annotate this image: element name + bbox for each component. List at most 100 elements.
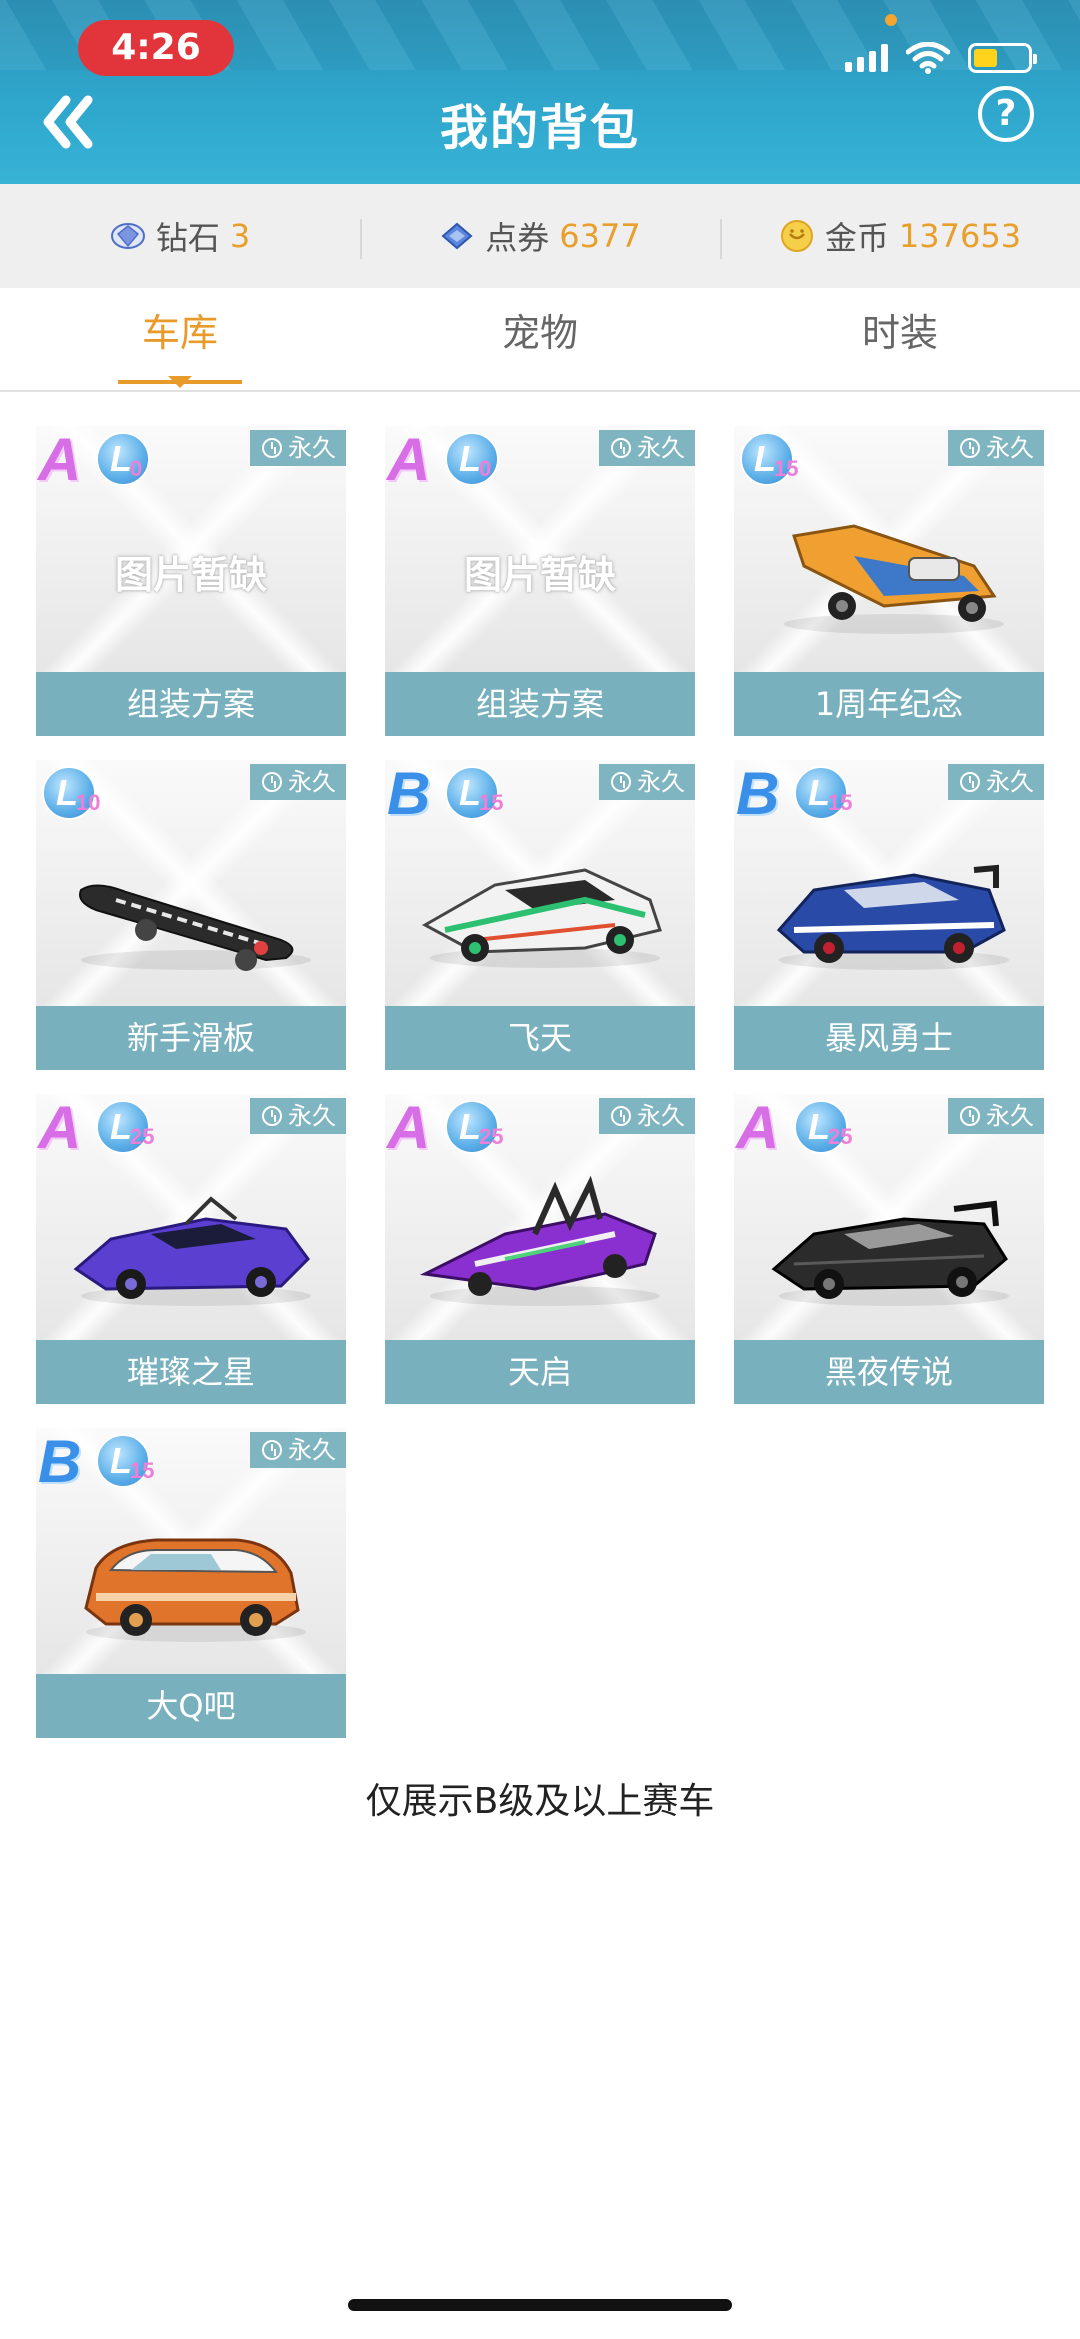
vehicle-image (734, 1164, 1044, 1324)
coin-icon (780, 220, 813, 252)
level-shield-icon: L 25 (96, 1100, 160, 1156)
grade-badge: B (387, 760, 431, 827)
duration-badge: 永久 (948, 764, 1044, 800)
currency-diamond: 钻石 3 (0, 213, 360, 259)
duration-label: 永久 (637, 1102, 685, 1130)
category-tabs: 车库 宠物 时装 (0, 288, 1080, 392)
grade-badge: A (38, 426, 82, 493)
duration-label: 永久 (986, 768, 1034, 796)
clock-icon (611, 772, 631, 792)
vehicle-name: 组装方案 (36, 672, 346, 736)
vehicle-image (36, 1498, 346, 1658)
level-number: 25 (828, 1124, 853, 1149)
duration-badge: 永久 (250, 1432, 346, 1468)
clock-icon (262, 1440, 282, 1460)
level-number: 10 (76, 790, 101, 815)
grade-badge: A (736, 1094, 780, 1161)
vehicle-image (734, 830, 1044, 990)
header-bar: 4:26 我的背包 ? (0, 0, 1080, 184)
level-number: 15 (130, 1458, 155, 1483)
vehicle-card[interactable]: B L 15 永久 大Q吧 (36, 1428, 346, 1738)
status-icons (845, 38, 1037, 78)
duration-label: 永久 (986, 1102, 1034, 1130)
vehicle-card[interactable]: A L 25 永久 璀璨之星 (36, 1094, 346, 1404)
duration-label: 永久 (288, 1436, 336, 1464)
vehicle-image (385, 1164, 695, 1324)
vehicle-card[interactable]: L 15 永久 1周年纪念 (734, 426, 1044, 736)
duration-badge: 永久 (948, 430, 1044, 466)
duration-badge: 永久 (250, 1098, 346, 1134)
battery-icon (968, 43, 1037, 73)
vehicle-card[interactable]: B L 15 永久飞天 (385, 760, 695, 1070)
page-title: 我的背包 (439, 100, 640, 156)
vehicle-name: 飞天 (385, 1006, 695, 1070)
level-number: 0 (130, 456, 143, 481)
level-letter: L (754, 438, 776, 479)
level-shield-icon: L 15 (740, 432, 804, 488)
clock-icon (960, 438, 980, 458)
vehicle-image (36, 1164, 346, 1324)
tab-garage-label: 车库 (141, 311, 218, 355)
help-button[interactable]: ? (978, 86, 1034, 142)
duration-label: 永久 (637, 434, 685, 462)
image-missing-text: 图片暂缺 (114, 553, 267, 597)
clock-icon (960, 772, 980, 792)
duration-badge: 永久 (599, 764, 695, 800)
wifi-icon (906, 42, 950, 74)
level-letter: L (459, 1106, 481, 1147)
duration-badge: 永久 (948, 1098, 1044, 1134)
duration-badge: 永久 (599, 1098, 695, 1134)
vehicle-name: 组装方案 (385, 672, 695, 736)
vehicle-card[interactable]: L 10 永久新手滑板 (36, 760, 346, 1070)
currency-voucher-label: 点券 (485, 219, 550, 257)
cellular-signal-icon (845, 44, 888, 72)
level-shield-icon: L0 (96, 432, 160, 488)
duration-label: 永久 (986, 434, 1034, 462)
duration-badge: 永久 (250, 764, 346, 800)
level-shield-icon: L 15 (794, 766, 858, 822)
vehicle-name: 1周年纪念 (734, 672, 1044, 736)
duration-badge: 永久 (599, 430, 695, 466)
item-grid: 图片暂缺 A L 0 永久 组装方案 图片暂缺 A L 0 永久 组装方案 L 15 永久 1周年纪念 L 10 永… (36, 426, 1044, 1738)
status-time: 4:26 (78, 20, 234, 76)
level-letter: L (56, 772, 78, 813)
tab-active-caret (168, 376, 192, 388)
tab-garage[interactable]: 车库 (0, 288, 360, 390)
clock-icon (611, 438, 631, 458)
level-shield-icon: L 25 (445, 1100, 509, 1156)
vehicle-name: 黑夜传说 (734, 1340, 1044, 1404)
vehicle-card[interactable]: B L 15 永久 暴风勇士 (734, 760, 1044, 1070)
tab-pets[interactable]: 宠物 (360, 288, 720, 390)
diamond-icon (110, 223, 145, 249)
vehicle-card[interactable]: A L 25 永久黑夜传说 (734, 1094, 1044, 1404)
vehicle-card[interactable]: 图片暂缺 A L 0 永久 组装方案 (385, 426, 695, 736)
currency-coin: 金币 137653 (720, 213, 1080, 259)
vehicle-name: 暴风勇士 (734, 1006, 1044, 1070)
level-number: 15 (828, 790, 853, 815)
level-letter: L (110, 1440, 132, 1481)
level-letter: L (808, 772, 830, 813)
vehicle-name: 新手滑板 (36, 1006, 346, 1070)
clock-icon (960, 1106, 980, 1126)
currency-voucher-value: 6377 (559, 217, 641, 255)
currency-coin-label: 金币 (824, 219, 889, 257)
vehicle-image (36, 830, 346, 990)
tab-fashion[interactable]: 时装 (720, 288, 1080, 390)
currency-bar: 钻石 3 点券 6377 金币 137653 (0, 184, 1080, 288)
currency-coin-value: 137653 (898, 217, 1022, 255)
voucher-icon (441, 222, 473, 250)
level-shield-icon: L 25 (794, 1100, 858, 1156)
clock-icon (262, 438, 282, 458)
vehicle-image (385, 830, 695, 990)
level-number: 15 (479, 790, 504, 815)
level-shield-icon: L 15 (96, 1434, 160, 1490)
currency-diamond-label: 钻石 (155, 219, 220, 257)
vehicle-card[interactable]: 图片暂缺 A L 0 永久 组装方案 (36, 426, 346, 736)
tab-pets-label: 宠物 (501, 311, 578, 355)
level-letter: L (459, 438, 481, 479)
grade-badge: A (387, 426, 431, 493)
duration-label: 永久 (288, 1102, 336, 1130)
level-shield-icon: L 15 (445, 766, 509, 822)
vehicle-card[interactable]: A L 25 永久 天启 (385, 1094, 695, 1404)
home-indicator[interactable] (348, 2299, 732, 2311)
